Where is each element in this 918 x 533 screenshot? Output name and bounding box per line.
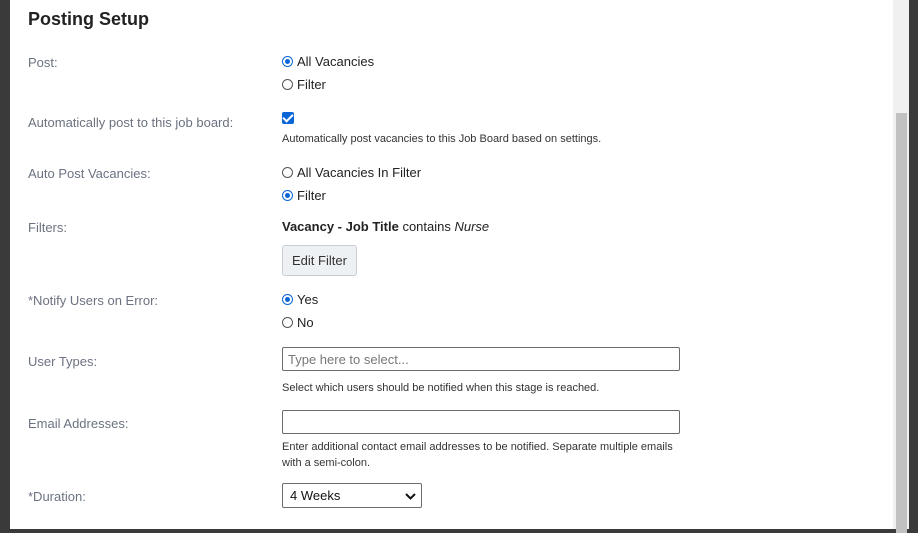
- posting-setup-panel: Posting Setup Post: All Vacancies Filter…: [10, 0, 893, 529]
- notify-label: *Notify Users on Error:: [28, 293, 159, 308]
- duration-select[interactable]: 4 Weeks: [282, 483, 422, 508]
- email-help: Enter additional contact email addresses…: [282, 441, 673, 469]
- notify-option-label: Yes: [297, 291, 319, 307]
- radio-checked[interactable]: [282, 293, 293, 305]
- notify-option-no[interactable]: No: [282, 313, 318, 331]
- duration-selected: 4 Weeks: [290, 488, 341, 503]
- email-label: Email Addresses:: [28, 416, 129, 431]
- post-option-label: Filter: [297, 76, 326, 92]
- post-label: Post:: [28, 55, 58, 70]
- post-radio-group: All Vacancies Filter: [282, 52, 374, 98]
- user-types-help: Select which users should be notified wh…: [282, 382, 600, 394]
- vertical-scrollbar[interactable]: [893, 0, 909, 533]
- radio-checked[interactable]: [282, 55, 293, 67]
- auto-post-checkbox[interactable]: [282, 112, 294, 124]
- duration-field: 4 Weeks: [282, 483, 422, 508]
- filter-summary: Vacancy - Job Title contains Nurse: [282, 219, 489, 234]
- edit-filter-button[interactable]: Edit Filter: [282, 245, 357, 276]
- window-edge: [909, 0, 918, 529]
- filter-value: Nurse: [454, 219, 490, 234]
- post-option-filter[interactable]: Filter: [282, 75, 374, 93]
- chevron-down-icon: [405, 489, 416, 503]
- filters-label: Filters:: [28, 220, 67, 235]
- notify-radio-group: Yes No: [282, 290, 318, 336]
- notify-option-label: No: [297, 314, 314, 330]
- radio-unchecked[interactable]: [282, 78, 293, 90]
- edit-filter-wrap: Edit Filter: [282, 245, 357, 276]
- auto-post-option-filter[interactable]: Filter: [282, 186, 421, 204]
- radio-unchecked[interactable]: [282, 166, 293, 178]
- auto-post-vacancies-radio-group: All Vacancies In Filter Filter: [282, 163, 421, 209]
- auto-post-board-label: Automatically post to this job board:: [28, 115, 234, 130]
- notify-option-yes[interactable]: Yes: [282, 290, 318, 308]
- user-types-input[interactable]: Type here to select...: [282, 347, 680, 371]
- filter-operator: contains: [402, 219, 451, 234]
- auto-post-option-label: All Vacancies In Filter: [297, 164, 422, 180]
- post-option-label: All Vacancies: [297, 53, 375, 69]
- post-option-all-vacancies[interactable]: All Vacancies: [282, 52, 374, 70]
- duration-label: *Duration:: [28, 489, 86, 504]
- radio-unchecked[interactable]: [282, 316, 293, 328]
- radio-checked[interactable]: [282, 189, 293, 201]
- filter-field: Vacancy - Job Title: [282, 219, 399, 234]
- auto-post-help: Automatically post vacancies to this Job…: [282, 133, 602, 145]
- page-title: Posting Setup: [28, 9, 149, 29]
- auto-post-vacancies-label: Auto Post Vacancies:: [28, 166, 151, 181]
- email-input[interactable]: [282, 410, 680, 434]
- auto-post-option-label: Filter: [297, 187, 326, 203]
- scrollbar-thumb[interactable]: [896, 113, 907, 533]
- auto-post-board-field: Automatically post vacancies to this Job…: [282, 112, 601, 147]
- user-types-field: Type here to select... Select which user…: [282, 347, 680, 396]
- auto-post-option-all-in-filter[interactable]: All Vacancies In Filter: [282, 163, 421, 181]
- email-field-wrap: Enter additional contact email addresses…: [282, 410, 682, 471]
- user-types-label: User Types:: [28, 354, 98, 369]
